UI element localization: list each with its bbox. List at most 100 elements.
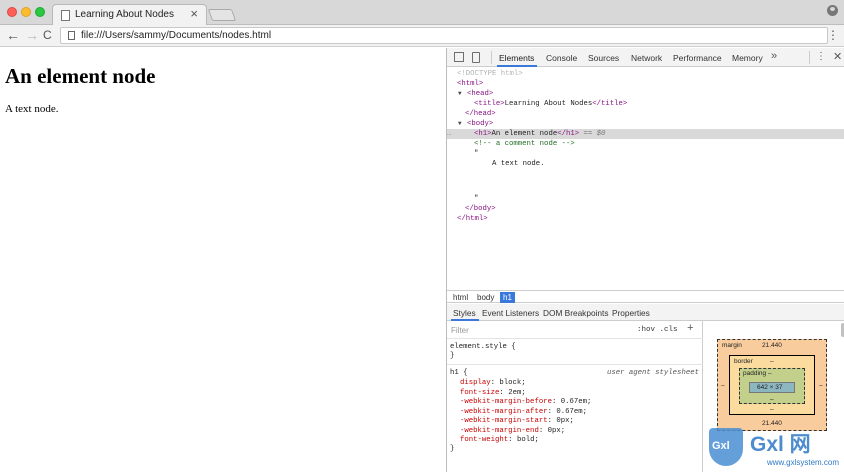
padding-bottom-value[interactable]: –	[770, 396, 774, 403]
zoom-window-button[interactable]	[35, 7, 45, 17]
browser-menu-icon[interactable]: ⋮	[827, 28, 839, 42]
margin-bottom-value[interactable]: 21.440	[762, 420, 782, 427]
dom-node-head-close[interactable]: </head>	[447, 109, 844, 119]
dom-node-head[interactable]: ▼ <head>	[447, 89, 844, 99]
css-declaration[interactable]: font-weight: bold;	[460, 436, 539, 446]
breadcrumb-html[interactable]: html	[450, 292, 471, 303]
filter-row: Filter :hov .cls +	[447, 321, 703, 339]
close-devtools-icon[interactable]: ✕	[833, 50, 842, 63]
tab-sources[interactable]: Sources	[588, 53, 619, 63]
more-tabs-icon[interactable]: »	[771, 50, 777, 62]
dom-node-text[interactable]: A text node.	[447, 159, 844, 169]
margin-right-value[interactable]: –	[819, 382, 823, 389]
css-declaration[interactable]: -webkit-margin-end: 0px;	[460, 427, 565, 437]
margin-label: margin	[722, 342, 742, 349]
inspect-element-icon[interactable]	[454, 52, 464, 62]
css-value[interactable]: bold;	[517, 436, 539, 444]
margin-left-value[interactable]: –	[721, 382, 725, 389]
css-value[interactable]: block;	[499, 379, 525, 387]
dom-node-body[interactable]: ▼ <body>	[447, 119, 844, 129]
box-model-border[interactable]: border – – padding – – 642 × 37	[729, 355, 815, 415]
collapse-triangle-icon[interactable]: ▼	[447, 89, 467, 99]
css-property[interactable]: -webkit-margin-end	[460, 427, 539, 435]
watermark-url: www.gxlsystem.com	[767, 458, 840, 467]
css-value[interactable]: 2em;	[508, 389, 526, 397]
border-top-value[interactable]: –	[770, 358, 774, 365]
sidebar-tab-bar: Styles Event Listeners DOM Breakpoints P…	[447, 304, 844, 321]
dom-node-html-close[interactable]: </html>	[447, 214, 844, 224]
breadcrumb-body[interactable]: body	[474, 292, 497, 303]
close-window-button[interactable]	[7, 7, 17, 17]
breadcrumb-h1[interactable]: h1	[500, 292, 515, 303]
box-model-margin[interactable]: margin 21.440 – – 21.440 border – – padd…	[717, 339, 827, 431]
dom-node-quote-open[interactable]: "	[447, 149, 844, 159]
css-value[interactable]: 0px;	[556, 417, 574, 425]
new-style-rule-button[interactable]: +	[687, 323, 694, 335]
h1-rule-close: }	[450, 445, 455, 453]
css-property[interactable]: font-size	[460, 389, 499, 397]
reload-button[interactable]: C	[43, 27, 52, 43]
devtools-menu-icon[interactable]: ⋮	[816, 51, 826, 62]
hov-cls-toggle[interactable]: :hov .cls	[637, 326, 678, 334]
collapse-triangle-icon[interactable]: ▼	[447, 119, 467, 129]
tab-memory[interactable]: Memory	[732, 53, 763, 63]
dom-node-h1-selected[interactable]: … <h1>An element node</h1> == $0	[447, 129, 844, 139]
border-bottom-value[interactable]: –	[770, 406, 774, 413]
css-property[interactable]: -webkit-margin-after	[460, 408, 548, 416]
css-declaration[interactable]: display: block;	[460, 379, 526, 389]
dom-node-title[interactable]: <title>Learning About Nodes</title>	[447, 99, 844, 109]
margin-top-value[interactable]: 21.440	[762, 342, 782, 349]
dom-node-doctype[interactable]: <!DOCTYPE html>	[447, 69, 844, 79]
tab-event-listeners[interactable]: Event Listeners	[482, 308, 539, 318]
browser-tab[interactable]: Learning About Nodes ×	[52, 4, 207, 25]
dom-node-comment[interactable]: <!-- a comment node -->	[447, 139, 844, 149]
css-declaration[interactable]: -webkit-margin-after: 0.67em;	[460, 408, 587, 418]
css-value[interactable]: 0.67em;	[556, 408, 587, 416]
css-property[interactable]: display	[460, 379, 491, 387]
box-model-content[interactable]: 642 × 37	[749, 382, 795, 393]
css-declaration[interactable]: -webkit-margin-before: 0.67em;	[460, 398, 591, 408]
url-text[interactable]: file:///Users/sammy/Documents/nodes.html	[81, 30, 271, 41]
css-property[interactable]: -webkit-margin-before	[460, 398, 552, 406]
divider	[491, 51, 492, 64]
tab-properties[interactable]: Properties	[612, 308, 650, 318]
tab-styles[interactable]: Styles	[453, 308, 476, 318]
shield-icon: Gxl	[709, 428, 743, 466]
tab-performance[interactable]: Performance	[673, 53, 722, 63]
profile-icon[interactable]	[827, 5, 838, 16]
css-property[interactable]: -webkit-margin-start	[460, 417, 548, 425]
css-value[interactable]: 0px;	[548, 427, 566, 435]
minimize-window-button[interactable]	[21, 7, 31, 17]
h1-rule-selector[interactable]: h1 {	[450, 369, 468, 379]
tab-elements[interactable]: Elements	[499, 53, 534, 63]
tab-network[interactable]: Network	[631, 53, 662, 63]
dom-tree: <!DOCTYPE html> <html> ▼ <head> <title>Le…	[447, 67, 844, 289]
dom-node-body-close[interactable]: </body>	[447, 204, 844, 214]
css-property[interactable]: font-weight	[460, 436, 508, 444]
divider	[809, 51, 810, 64]
content-size[interactable]: 642 × 37	[757, 384, 782, 391]
new-tab-button[interactable]	[207, 9, 237, 21]
back-button[interactable]: ←	[6, 27, 20, 43]
css-declaration[interactable]: -webkit-margin-start: 0px;	[460, 417, 574, 427]
page-viewport: An element node A text node.	[0, 48, 446, 472]
page-icon	[61, 10, 70, 21]
filter-input[interactable]: Filter	[451, 326, 469, 335]
dom-node-quote-close[interactable]: "	[447, 194, 844, 204]
close-tab-icon[interactable]: ×	[190, 7, 198, 21]
css-declaration[interactable]: font-size: 2em;	[460, 389, 526, 399]
dom-node-html[interactable]: <html>	[447, 79, 844, 89]
tab-console[interactable]: Console	[546, 53, 577, 63]
devtools-panel: Elements Console Sources Network Perform…	[446, 48, 844, 472]
address-bar[interactable]: file:///Users/sammy/Documents/nodes.html	[60, 27, 828, 44]
watermark-brand: Gxl 网	[750, 433, 811, 456]
element-style-close: }	[450, 352, 455, 360]
forward-button[interactable]: →	[25, 27, 39, 43]
tab-dom-breakpoints[interactable]: DOM Breakpoints	[543, 308, 608, 318]
element-style-selector[interactable]: element.style {	[450, 343, 516, 353]
box-model-padding[interactable]: padding – – 642 × 37	[739, 368, 805, 404]
device-toolbar-icon[interactable]	[472, 52, 480, 63]
title-bar: Learning About Nodes ×	[0, 0, 844, 25]
node-ellipsis-icon[interactable]: …	[447, 129, 474, 139]
css-value[interactable]: 0.67em;	[561, 398, 592, 406]
